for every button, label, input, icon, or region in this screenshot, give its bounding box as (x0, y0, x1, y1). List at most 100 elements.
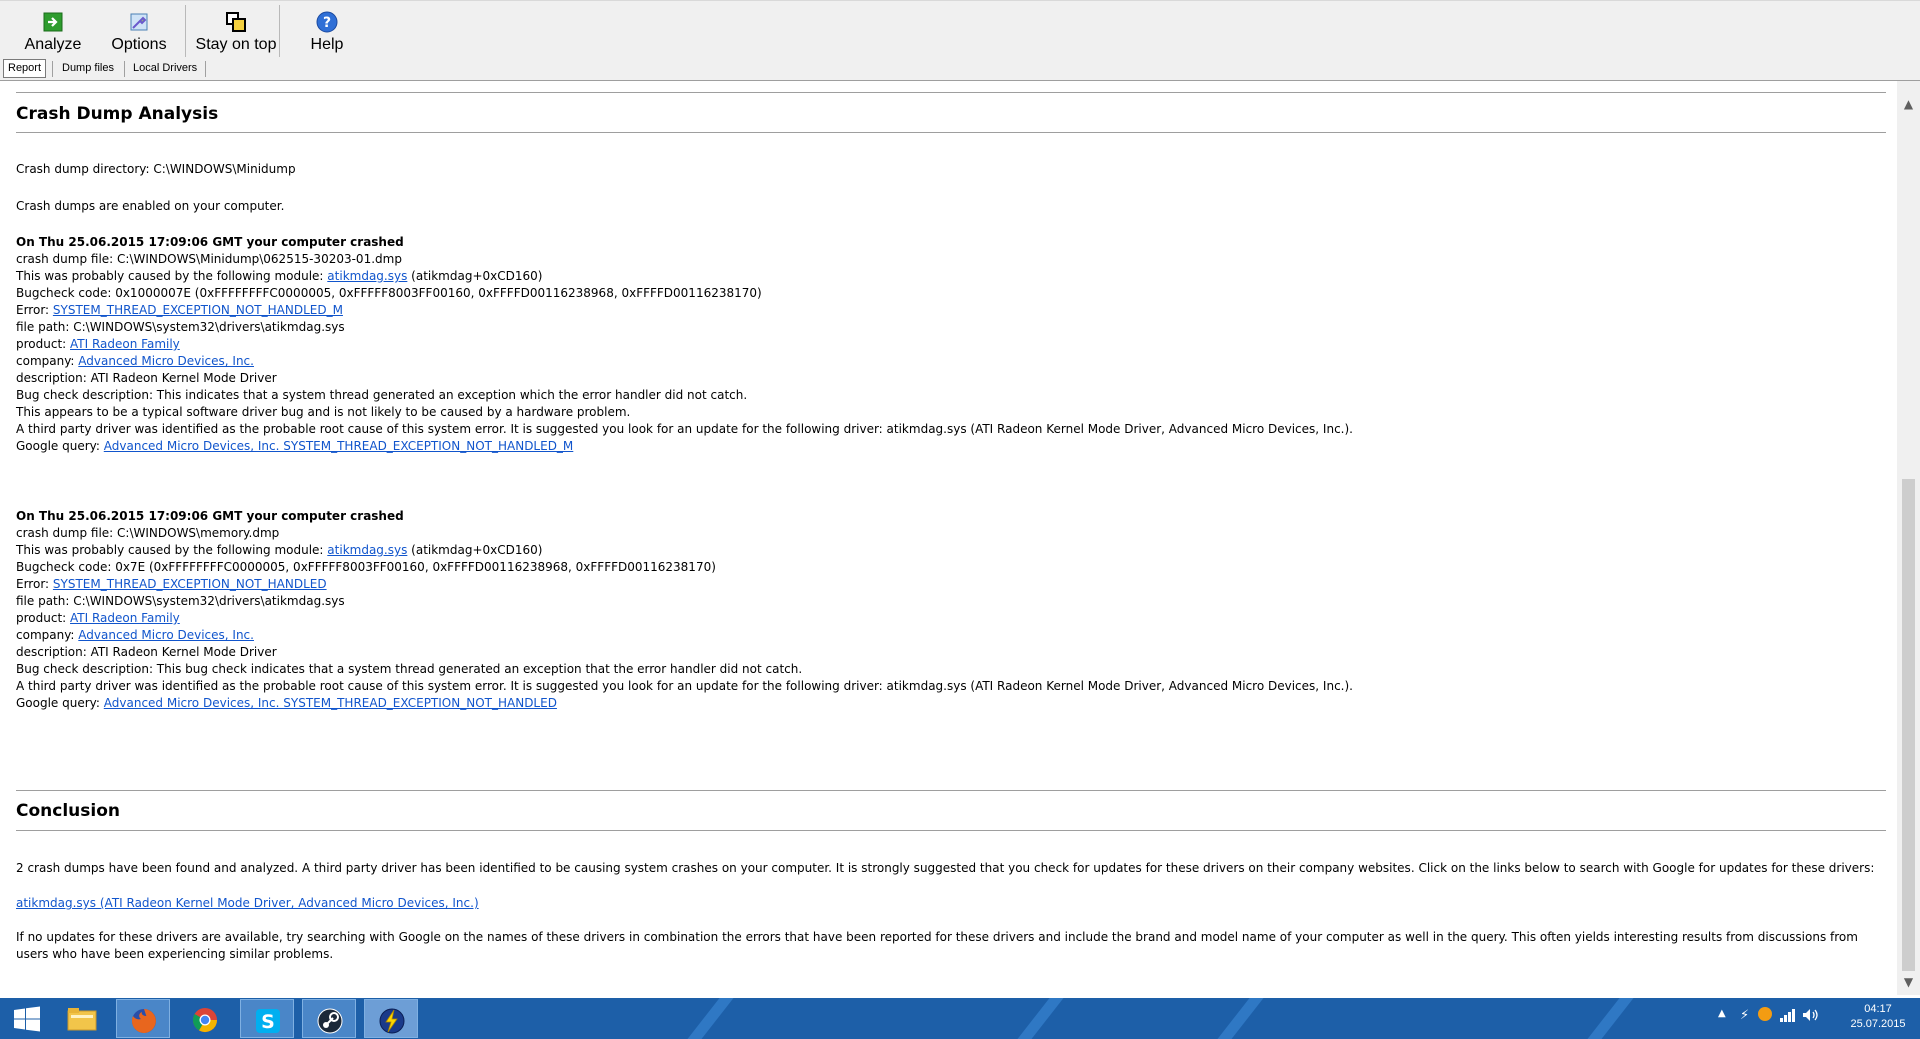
company: company: Advanced Micro Devices, Inc. (16, 353, 254, 370)
third-party-note: A third party driver was identified as t… (16, 679, 1353, 693)
conclusion-text: 2 crash dumps have been found and analyz… (16, 861, 1875, 875)
company-link[interactable]: Advanced Micro Devices, Inc. (78, 628, 254, 642)
report-view[interactable]: Crash Dump Analysis Crash dump directory… (0, 80, 1920, 996)
scroll-up-icon[interactable]: ▲ (1897, 97, 1920, 117)
taskbar-skype[interactable]: S (240, 999, 294, 1038)
tab-local-drivers[interactable]: Local Drivers (129, 60, 201, 77)
driver-link-row: atikmdag.sys (ATI Radeon Kernel Mode Dri… (16, 895, 479, 912)
company: company: Advanced Micro Devices, Inc. (16, 627, 254, 644)
taskbar-bluescreenview[interactable] (364, 999, 418, 1038)
taskbar: S ▲ ⚡ 04:17 25.07.2015 (0, 998, 1920, 1039)
volume-icon[interactable] (1802, 1008, 1820, 1022)
steam-icon (317, 1008, 343, 1034)
wallpaper-stripe (1002, 998, 1072, 1039)
clock-time: 04:17 (1864, 1003, 1892, 1015)
bugcheck-code: Bugcheck code: 0x1000007E (0xFFFFFFFFC00… (16, 286, 762, 300)
final-text: If no updates for these drivers are avai… (16, 930, 1858, 961)
product: product: ATI Radeon Family (16, 336, 180, 353)
taskbar-firefox[interactable] (116, 999, 170, 1038)
tab-report[interactable]: Report (3, 59, 47, 78)
help-icon: ? (316, 11, 338, 33)
crash-title: On Thu 25.06.2015 17:09:06 GMT your comp… (16, 509, 404, 523)
vertical-scrollbar[interactable]: ▲ ▼ (1897, 81, 1920, 995)
product-prefix: product: (16, 337, 71, 351)
google-query-link[interactable]: Advanced Micro Devices, Inc. SYSTEM_THRE… (104, 439, 574, 453)
svg-text:S: S (261, 1011, 275, 1033)
divider (16, 132, 1886, 133)
cause-prefix: This was probably caused by the followin… (16, 269, 328, 283)
crash-error: Error: SYSTEM_THREAD_EXCEPTION_NOT_HANDL… (16, 576, 327, 593)
company-prefix: company: (16, 354, 79, 368)
error-prefix: Error: (16, 577, 53, 591)
description: description: ATI Radeon Kernel Mode Driv… (16, 645, 277, 659)
options-label: Options (111, 36, 167, 53)
conclusion-heading: Conclusion (16, 801, 120, 821)
start-button[interactable] (0, 999, 54, 1038)
bug-check-description: Bug check description: This indicates th… (16, 388, 748, 402)
chrome-icon (192, 1008, 217, 1033)
error-link[interactable]: SYSTEM_THREAD_EXCEPTION_NOT_HANDLED_M (53, 303, 343, 317)
error-prefix: Error: (16, 303, 53, 317)
options-button[interactable]: Options (104, 7, 174, 55)
stay-on-top-button[interactable]: Stay on top (192, 7, 280, 55)
cause-prefix: This was probably caused by the followin… (16, 543, 328, 557)
taskbar-file-explorer[interactable] (54, 999, 108, 1038)
bluescreenview-icon (379, 1008, 405, 1034)
product-link[interactable]: ATI Radeon Family (70, 337, 180, 351)
tab-dump-files[interactable]: Dump files (58, 60, 118, 77)
product-link[interactable]: ATI Radeon Family (70, 611, 180, 625)
crash-title: On Thu 25.06.2015 17:09:06 GMT your comp… (16, 235, 404, 249)
clock[interactable]: 04:17 25.07.2015 (1838, 1002, 1918, 1032)
module-link[interactable]: atikmdag.sys (327, 543, 407, 557)
product-prefix: product: (16, 611, 71, 625)
google-query: Google query: Advanced Micro Devices, In… (16, 438, 573, 455)
divider (16, 92, 1886, 93)
analyze-button[interactable]: Analyze (22, 7, 84, 55)
scroll-down-icon[interactable]: ▼ (1897, 975, 1920, 995)
toolbar: Analyze Options Stay on top ? Help (0, 0, 1920, 59)
taskbar-steam[interactable] (302, 999, 356, 1038)
wallpaper-stripe (672, 998, 742, 1039)
bugcheck-code: Bugcheck code: 0x7E (0xFFFFFFFFC0000005,… (16, 560, 716, 574)
chevron-up-icon[interactable]: ▲ (1718, 1008, 1726, 1019)
help-label: Help (310, 36, 344, 53)
options-icon (130, 13, 148, 31)
file-path: file path: C:\WINDOWS\system32\drivers\a… (16, 594, 345, 608)
wallpaper-stripe (1202, 998, 1272, 1039)
analyze-icon (43, 12, 63, 32)
scroll-thumb[interactable] (1902, 479, 1915, 971)
file-explorer-icon (67, 1008, 97, 1031)
bluescreen-tray-icon[interactable]: ⚡ (1740, 1008, 1749, 1023)
taskbar-chrome[interactable] (178, 999, 232, 1038)
divider (16, 830, 1886, 831)
product: product: ATI Radeon Family (16, 610, 180, 627)
analysis-heading: Crash Dump Analysis (16, 104, 219, 124)
toolbar-separator (279, 5, 280, 57)
cause-suffix: (atikmdag+0xCD160) (407, 269, 543, 283)
driver-link[interactable]: atikmdag.sys (ATI Radeon Kernel Mode Dri… (16, 896, 479, 910)
svg-text:?: ? (323, 15, 331, 31)
crash-dump-file: crash dump file: C:\WINDOWS\memory.dmp (16, 526, 280, 540)
error-link[interactable]: SYSTEM_THREAD_EXCEPTION_NOT_HANDLED (53, 577, 327, 591)
crash-cause: This was probably caused by the followin… (16, 268, 542, 285)
avast-icon[interactable] (1758, 1007, 1772, 1021)
skype-icon: S (256, 1009, 280, 1033)
tab-separator (205, 61, 206, 77)
firefox-icon (131, 1009, 156, 1033)
company-link[interactable]: Advanced Micro Devices, Inc. (78, 354, 254, 368)
cause-suffix: (atikmdag+0xCD160) (407, 543, 543, 557)
crash-dump-file: crash dump file: C:\WINDOWS\Minidump\062… (16, 252, 402, 266)
tab-bar: Report Dump files Local Drivers (0, 58, 1920, 80)
network-icon[interactable] (1780, 1008, 1796, 1022)
stay-on-top-icon (226, 12, 246, 32)
tab-separator (52, 61, 53, 77)
help-button[interactable]: ? Help (295, 7, 359, 55)
third-party-note: A third party driver was identified as t… (16, 422, 1353, 436)
clock-date: 25.07.2015 (1850, 1018, 1906, 1030)
google-query-link[interactable]: Advanced Micro Devices, Inc. SYSTEM_THRE… (104, 696, 557, 710)
toolbar-separator (185, 5, 186, 57)
wallpaper-stripe (1572, 998, 1642, 1039)
module-link[interactable]: atikmdag.sys (327, 269, 407, 283)
google-prefix: Google query: (16, 696, 104, 710)
company-prefix: company: (16, 628, 79, 642)
